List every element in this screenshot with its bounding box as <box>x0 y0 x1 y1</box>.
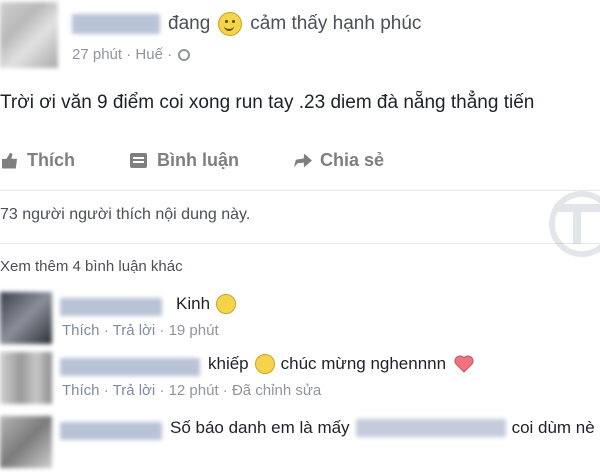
comment-item: Kinh Thích · Trả lời · 19 phút <box>0 292 600 348</box>
divider <box>0 190 600 191</box>
comment-edited[interactable]: Đã chỉnh sửa <box>232 382 321 399</box>
comment-meta: Thích · Trả lời · 19 phút <box>62 322 219 339</box>
likes-summary[interactable]: 73 người người thích nội dung này. <box>0 206 250 224</box>
tongue-face-icon <box>216 294 237 314</box>
share-button[interactable]: Chia sẻ <box>294 150 384 171</box>
commenter-name[interactable] <box>60 298 162 316</box>
comment-like-link[interactable]: Thích <box>62 382 100 399</box>
comment-icon <box>130 153 147 168</box>
post-actions: Thích Bình luận Chia sẻ <box>0 150 600 180</box>
feeling-text: cảm thấy hạnh phúc <box>250 13 422 34</box>
comment-item: khiếp chúc mừng nghennnn Thích · Trả lời… <box>0 352 600 408</box>
post-location[interactable]: Huế <box>135 46 163 63</box>
grimace-face-icon <box>254 354 275 374</box>
redacted-text <box>355 419 506 437</box>
commenter-avatar[interactable] <box>0 292 52 344</box>
commenter-avatar[interactable] <box>0 352 52 404</box>
author-name[interactable] <box>72 14 160 34</box>
status-verb: đang <box>168 13 211 34</box>
happy-face-icon <box>218 12 243 36</box>
watermark-logo <box>540 182 600 272</box>
comment-text: khiếp chúc mừng nghennnn <box>208 354 474 374</box>
view-more-comments[interactable]: Xem thêm 4 bình luận khác <box>0 258 183 275</box>
comment-reply-link[interactable]: Trả lời <box>113 382 156 399</box>
comment-time[interactable]: 19 phút <box>169 322 219 339</box>
comment-text: Kinh <box>176 294 237 314</box>
post-meta: 27 phút · Huế · <box>72 46 191 63</box>
post-body: Trời ơi văn 9 điểm coi xong run tay .23 … <box>0 92 535 113</box>
comment-time[interactable]: 12 phút <box>169 382 219 399</box>
divider <box>0 243 600 244</box>
heart-icon <box>454 355 474 373</box>
like-button[interactable]: Thích <box>2 150 75 171</box>
globe-icon[interactable] <box>178 48 191 61</box>
commenter-name[interactable] <box>60 358 200 376</box>
feeling-status: đang cảm thấy hạnh phúc <box>168 12 421 36</box>
comment-text: Số báo danh em là mấy coi dùm nè <box>170 418 595 437</box>
post-time[interactable]: 27 phút <box>72 46 122 63</box>
commenter-avatar[interactable] <box>0 416 52 468</box>
commenter-name[interactable] <box>60 422 162 440</box>
comment-meta: Thích · Trả lời · 12 phút · Đã chỉnh sửa <box>62 382 322 399</box>
comment-like-link[interactable]: Thích <box>62 322 100 339</box>
share-icon <box>294 153 312 168</box>
comment-reply-link[interactable]: Trả lời <box>113 322 156 339</box>
author-avatar[interactable] <box>0 2 58 68</box>
comment-item: Số báo danh em là mấy coi dùm nè <box>0 416 600 472</box>
comment-button[interactable]: Bình luận <box>130 150 239 171</box>
thumbs-up-icon <box>2 152 17 169</box>
